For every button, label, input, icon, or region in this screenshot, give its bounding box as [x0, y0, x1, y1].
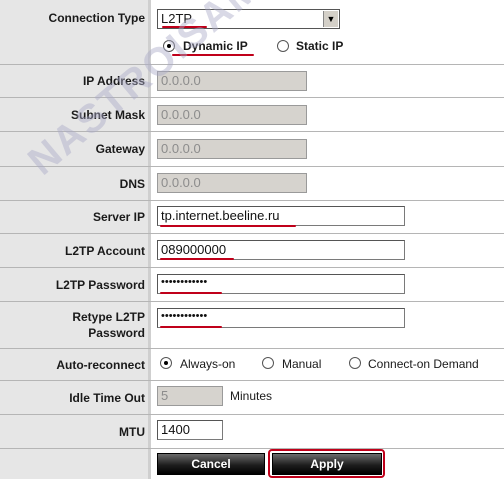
always-on-label: Always-on [180, 357, 236, 371]
chevron-down-icon: ▼ [323, 11, 338, 27]
server-ip-highlight [160, 225, 296, 227]
account-highlight [160, 258, 234, 260]
dns-input[interactable]: 0.0.0.0 [157, 173, 307, 193]
manual-radio[interactable] [262, 357, 274, 369]
always-on-radio[interactable] [160, 357, 172, 369]
idle-timeout-unit: Minutes [230, 389, 273, 403]
l2tp-password-input[interactable]: •••••••••••• [157, 274, 405, 294]
connection-type-label: Connection Type [0, 0, 148, 64]
cancel-button[interactable]: Cancel [157, 453, 265, 475]
subnet-mask-input[interactable]: 0.0.0.0 [157, 105, 307, 125]
retype-highlight [160, 326, 222, 328]
connect-on-demand-radio[interactable] [349, 357, 361, 369]
server-ip-label: Server IP [0, 201, 148, 233]
dns-label: DNS [0, 167, 148, 200]
connect-on-demand-label: Connect-on Demand [368, 357, 479, 371]
auto-reconnect-label: Auto-reconnect [0, 349, 148, 380]
server-ip-input[interactable]: tp.internet.beeline.ru [157, 206, 405, 226]
mtu-input[interactable]: 1400 [157, 420, 223, 440]
retype-password-label: Retype L2TP Password [0, 302, 148, 348]
gateway-input[interactable]: 0.0.0.0 [157, 139, 307, 159]
static-ip-label: Static IP [296, 39, 344, 53]
l2tp-password-label: L2TP Password [0, 268, 148, 301]
idle-timeout-label: Idle Time Out [0, 381, 148, 414]
buttons-row-label [0, 449, 148, 479]
l2tp-account-input[interactable]: 089000000 [157, 240, 405, 260]
static-ip-radio[interactable] [277, 40, 289, 52]
manual-label: Manual [282, 357, 322, 371]
apply-highlight [268, 449, 385, 478]
idle-timeout-input[interactable]: 5 [157, 386, 223, 406]
l2tp-settings-form: Connection Type L2TP ▼ Dynamic IP Static… [0, 0, 504, 479]
retype-password-input[interactable]: •••••••••••• [157, 308, 405, 328]
password-highlight [160, 292, 222, 294]
l2tp-account-label: L2TP Account [0, 234, 148, 267]
mtu-label: MTU [0, 415, 148, 448]
